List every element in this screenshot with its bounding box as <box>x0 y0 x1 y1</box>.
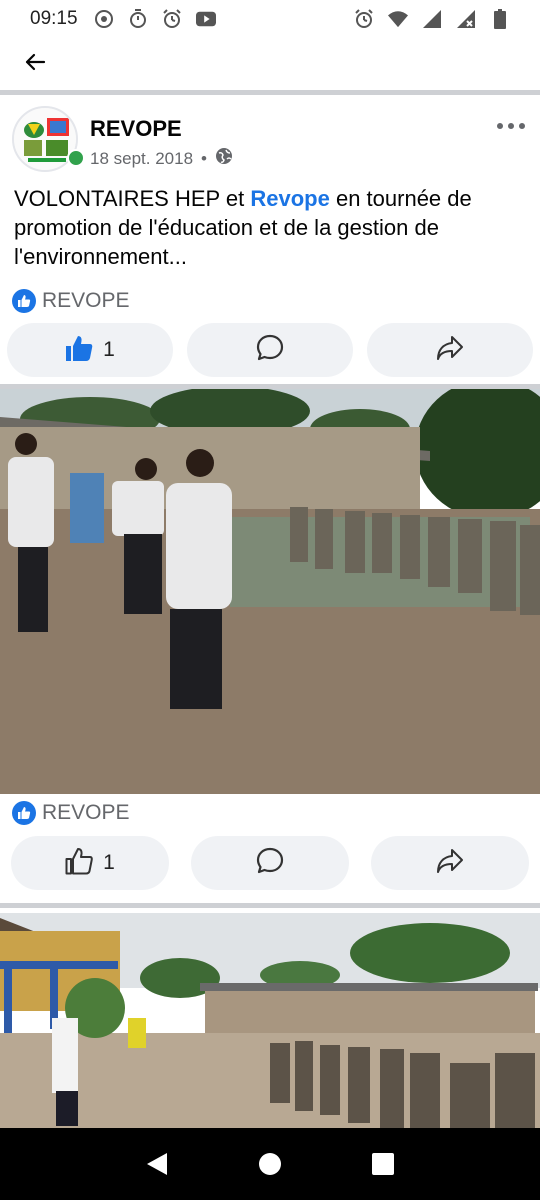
post-date[interactable]: 18 sept. 2018 <box>90 149 193 169</box>
signal-x-icon <box>456 9 476 29</box>
dot <box>497 123 503 129</box>
post-photo[interactable] <box>0 389 540 794</box>
post-photo[interactable] <box>0 913 540 1128</box>
system-nav-bar <box>0 1128 540 1200</box>
thumbs-up-outline-icon <box>65 847 93 880</box>
comment-icon <box>255 846 285 881</box>
dot <box>508 123 514 129</box>
alarm-icon <box>354 9 374 29</box>
battery-icon <box>490 9 510 29</box>
like-reaction-icon <box>12 801 36 825</box>
post-mention-link[interactable]: Revope <box>250 186 329 211</box>
chrome-icon <box>94 9 114 29</box>
divider <box>0 903 540 908</box>
divider <box>0 90 540 95</box>
like-count: 1 <box>103 851 115 874</box>
more-options-button[interactable] <box>494 116 528 136</box>
post-author[interactable]: REVOPE <box>90 116 182 142</box>
top-bar <box>0 38 540 90</box>
like-button[interactable]: 1 <box>7 323 173 377</box>
post-header: REVOPE 18 sept. 2018 • <box>0 104 540 174</box>
like-button[interactable]: 1 <box>11 836 169 890</box>
alarm-icon <box>162 9 182 29</box>
thumbs-up-filled-icon <box>65 334 93 367</box>
wifi-icon <box>388 9 408 29</box>
status-bar: 09:15 <box>0 0 540 38</box>
meta-separator: • <box>201 148 207 168</box>
youtube-icon <box>195 9 216 29</box>
like-count: 1 <box>103 338 115 361</box>
post-action-row: 1 <box>0 323 540 379</box>
signal-icon <box>422 9 442 29</box>
nav-recents-icon[interactable] <box>368 1149 398 1179</box>
like-reaction-icon <box>12 289 36 313</box>
comment-button[interactable] <box>191 836 349 890</box>
share-icon <box>436 848 464 879</box>
reaction-summary[interactable]: REVOPE <box>12 288 130 314</box>
dot <box>519 123 525 129</box>
globe-icon <box>215 147 233 170</box>
nav-home-icon[interactable] <box>255 1149 285 1179</box>
post-text-before: VOLONTAIRES HEP et <box>14 186 251 211</box>
photo-action-row: 1 <box>0 836 540 892</box>
post-text: VOLONTAIRES HEP et Revope en tournée de … <box>14 184 526 271</box>
comment-icon <box>255 333 285 368</box>
comment-button[interactable] <box>187 323 353 377</box>
reaction-name: REVOPE <box>42 801 130 824</box>
status-time: 09:15 <box>30 8 78 29</box>
online-status-dot <box>67 149 85 167</box>
share-button[interactable] <box>367 323 533 377</box>
photo-reaction-summary[interactable]: REVOPE <box>12 800 130 826</box>
post-meta: 18 sept. 2018 • <box>90 147 233 170</box>
nav-back-icon[interactable] <box>142 1149 172 1179</box>
arrow-left-icon <box>23 50 47 79</box>
back-button[interactable] <box>20 49 50 79</box>
stopwatch-icon <box>128 9 148 29</box>
share-icon <box>436 335 464 366</box>
share-button[interactable] <box>371 836 529 890</box>
reaction-name: REVOPE <box>42 289 130 312</box>
